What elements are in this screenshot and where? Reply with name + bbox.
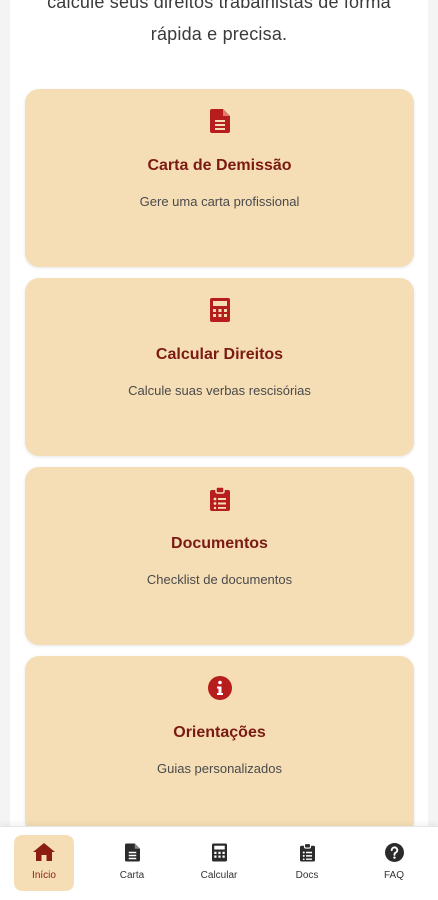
nav-label: Docs bbox=[295, 870, 319, 881]
nav-label: Calcular bbox=[200, 870, 238, 881]
calculator-icon bbox=[209, 298, 230, 322]
card-description: Guias personalizados bbox=[156, 761, 283, 776]
intro-line-1: calcule seus direitos trabalhistas de fo… bbox=[47, 0, 391, 12]
bottom-navigation: Início Carta Calcular Docs FAQ bbox=[0, 826, 438, 900]
home-icon bbox=[33, 843, 55, 861]
nav-item-inicio[interactable]: Início bbox=[14, 835, 74, 891]
card-orientacoes[interactable]: Orientações Guias personalizados bbox=[25, 656, 414, 834]
card-description: Gere uma carta profissional bbox=[139, 194, 300, 209]
nav-label: Início bbox=[32, 870, 56, 881]
main-content: calcule seus direitos trabalhistas de fo… bbox=[10, 0, 428, 900]
intro-line-2: rápida e precisa. bbox=[150, 24, 288, 44]
nav-label: FAQ bbox=[383, 870, 404, 881]
document-icon bbox=[209, 109, 230, 133]
card-description: Calcule suas verbas rescisórias bbox=[128, 383, 311, 398]
card-documentos[interactable]: Documentos Checklist de documentos bbox=[25, 467, 414, 645]
nav-item-docs[interactable]: Docs bbox=[277, 835, 337, 891]
nav-item-carta[interactable]: Carta bbox=[102, 835, 162, 891]
clipboard-list-icon bbox=[209, 487, 230, 511]
card-calcular-direitos[interactable]: Calcular Direitos Calcule suas verbas re… bbox=[25, 278, 414, 456]
card-title: Orientações bbox=[173, 724, 266, 741]
card-description: Checklist de documentos bbox=[146, 572, 293, 587]
nav-item-faq[interactable]: FAQ bbox=[364, 835, 424, 891]
card-carta-demissao[interactable]: Carta de Demissão Gere uma carta profiss… bbox=[25, 89, 414, 267]
calculator-icon bbox=[211, 843, 227, 862]
card-title: Carta de Demissão bbox=[147, 157, 292, 174]
clipboard-icon bbox=[299, 843, 315, 862]
card-title: Calcular Direitos bbox=[155, 346, 284, 363]
card-title: Documentos bbox=[171, 535, 268, 552]
intro-text: calcule seus direitos trabalhistas de fo… bbox=[10, 0, 428, 50]
info-circle-icon bbox=[207, 676, 232, 700]
question-circle-icon bbox=[384, 843, 404, 862]
document-icon bbox=[124, 843, 140, 862]
nav-label: Carta bbox=[119, 870, 145, 881]
nav-item-calcular[interactable]: Calcular bbox=[189, 835, 249, 891]
